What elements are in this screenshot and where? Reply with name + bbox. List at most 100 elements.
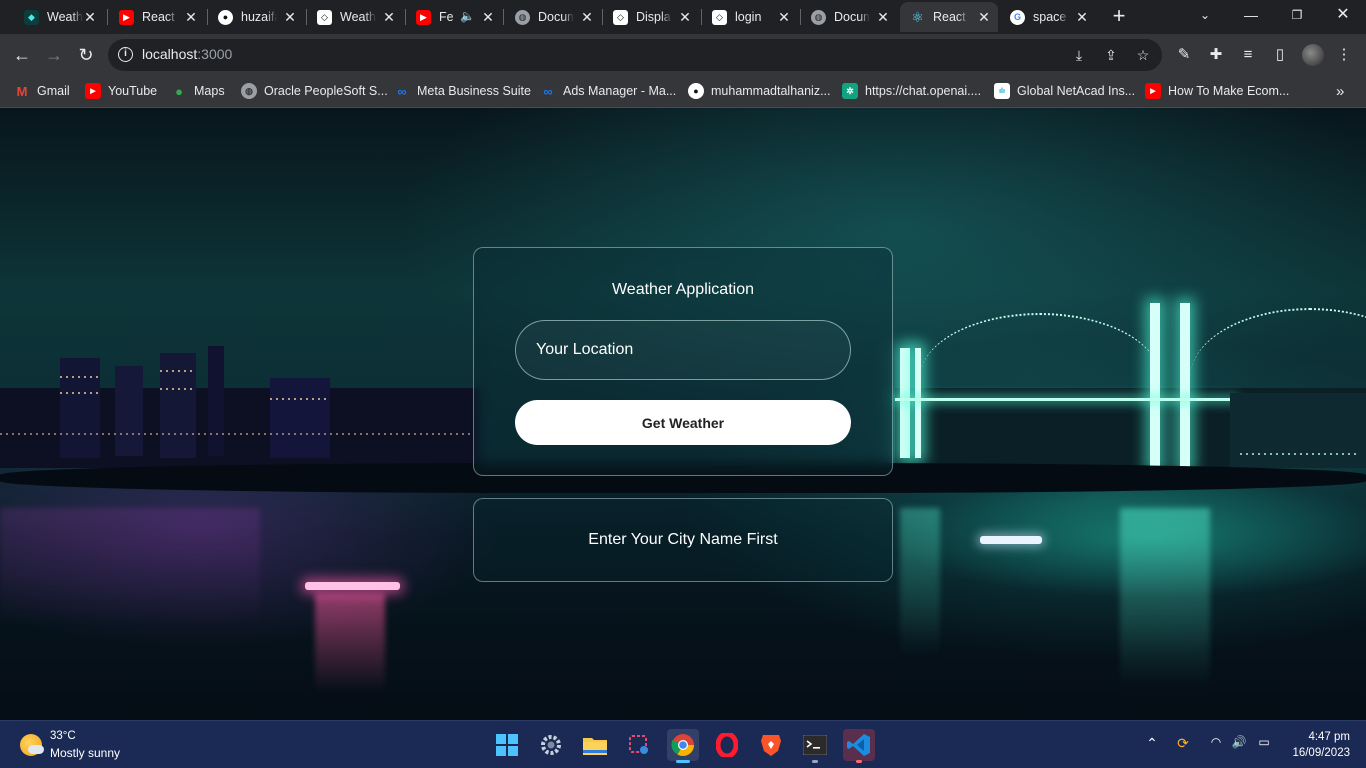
address-bar[interactable]: i localhost:3000 ⤓ ⇪ ☆ xyxy=(108,39,1162,71)
tab-label: Weath xyxy=(340,10,376,24)
extensions-puzzle-icon[interactable]: ✚ xyxy=(1206,45,1226,65)
bookmark-gmail[interactable]: M Gmail xyxy=(14,83,70,99)
github-icon: ● xyxy=(688,83,704,99)
show-hidden-icons-chevron-icon[interactable]: ⌃ xyxy=(1142,735,1162,752)
bookmark-oracle[interactable]: ◍ Oracle PeopleSoft S... xyxy=(241,83,388,99)
gmail-icon: M xyxy=(16,83,28,99)
snipping-tool-icon[interactable] xyxy=(623,729,655,761)
tab-react-youtube[interactable]: ▶ React ✕ xyxy=(109,2,205,32)
media-control-icon[interactable]: ≡ xyxy=(1238,45,1258,65)
weather-app-icon: ◆ xyxy=(24,9,39,25)
chrome-icon[interactable] xyxy=(667,729,699,761)
windows-taskbar: 33°C Mostly sunny ⌃ ⟳ ◠ 🔊 ▭ 4:47 pm 16/0… xyxy=(0,720,1366,768)
bookmark-ads-manager[interactable]: ∞ Ads Manager - Ma... xyxy=(540,83,676,99)
tab-weather-codepen[interactable]: ◇ Weath ✕ xyxy=(307,2,403,32)
close-icon[interactable]: ✕ xyxy=(976,9,992,25)
bookmark-github[interactable]: ● muhammadtalhaniz... xyxy=(688,83,831,99)
close-window-button[interactable]: ✕ xyxy=(1320,0,1366,32)
weather-search-card: Weather Application Get Weather xyxy=(473,247,893,476)
tab-label: React xyxy=(933,10,966,24)
battery-icon[interactable]: ▭ xyxy=(1254,735,1274,749)
side-panel-icon[interactable]: ▯ xyxy=(1270,45,1290,65)
install-app-icon[interactable]: ⤓ xyxy=(1070,46,1088,64)
bookmark-youtube[interactable]: ▶ YouTube xyxy=(85,83,157,99)
tab-github[interactable]: ● huzaifa ✕ xyxy=(208,2,304,32)
close-icon[interactable]: ✕ xyxy=(381,9,397,25)
close-icon[interactable]: ✕ xyxy=(677,9,693,25)
update-sync-icon[interactable]: ⟳ xyxy=(1173,735,1193,752)
kebab-menu-icon[interactable]: ⋮ xyxy=(1334,45,1354,65)
result-message: Enter Your City Name First xyxy=(588,531,778,548)
codepen-icon: ◇ xyxy=(317,9,332,25)
close-icon[interactable]: ✕ xyxy=(82,9,98,25)
tab-label: Docum xyxy=(834,10,870,24)
tab-login[interactable]: ◇ login ✕ xyxy=(702,2,798,32)
file-explorer-icon[interactable] xyxy=(579,729,611,761)
youtube-icon: ▶ xyxy=(119,9,134,25)
tab-label: space xyxy=(1033,10,1067,24)
wifi-icon[interactable]: ◠ xyxy=(1206,735,1226,749)
minimize-button[interactable]: — xyxy=(1228,0,1274,32)
tab-youtube-audio[interactable]: ▶ Fe 🔈 ✕ xyxy=(406,2,502,32)
back-button[interactable]: ← xyxy=(10,43,34,67)
settings-icon[interactable] xyxy=(535,729,567,761)
terminal-icon[interactable] xyxy=(799,729,831,761)
tab-display[interactable]: ◇ Displa ✕ xyxy=(603,2,699,32)
brave-icon[interactable] xyxy=(755,729,787,761)
maps-icon: ● xyxy=(175,83,183,99)
pen-extension-icon[interactable]: ✎ xyxy=(1174,45,1194,65)
location-input[interactable] xyxy=(515,320,851,380)
bookmark-maps[interactable]: ● Maps xyxy=(171,83,225,99)
youtube-icon: ▶ xyxy=(85,83,101,99)
windows-start-icon[interactable] xyxy=(491,729,523,761)
meta-icon: ∞ xyxy=(397,83,407,99)
close-icon[interactable]: ✕ xyxy=(579,9,595,25)
more-bookmarks-icon[interactable]: » xyxy=(1336,83,1344,100)
weather-result-card: Enter Your City Name First xyxy=(473,498,893,582)
bookmark-chatgpt[interactable]: ✲ https://chat.openai.... xyxy=(842,83,981,99)
openai-icon: ✲ xyxy=(842,83,858,99)
bookmark-star-icon[interactable]: ☆ xyxy=(1134,46,1152,64)
close-icon[interactable]: ✕ xyxy=(480,9,496,25)
tab-react-active[interactable]: ⚛ React ✕ xyxy=(900,2,998,32)
clock-date: 16/09/2023 xyxy=(1292,747,1350,759)
close-icon[interactable]: ✕ xyxy=(282,9,298,25)
profile-avatar[interactable] xyxy=(1302,44,1324,66)
share-icon[interactable]: ⇪ xyxy=(1102,46,1120,64)
globe-icon: ◍ xyxy=(811,9,826,25)
tab-label: Displa xyxy=(636,10,671,24)
volume-icon[interactable]: 🔊 xyxy=(1229,735,1249,749)
site-info-icon[interactable]: i xyxy=(118,47,133,62)
tab-document-1[interactable]: ◍ Docum ✕ xyxy=(505,2,601,32)
close-icon[interactable]: ✕ xyxy=(875,9,891,25)
bookmark-meta-business[interactable]: ∞ Meta Business Suite xyxy=(394,83,531,99)
vscode-icon[interactable] xyxy=(843,729,875,761)
codepen-icon: ◇ xyxy=(613,9,628,25)
system-clock[interactable]: 4:47 pm 16/09/2023 xyxy=(1292,729,1350,761)
globe-icon: ◍ xyxy=(241,83,257,99)
forward-button[interactable]: → xyxy=(42,43,66,67)
cloud-icon xyxy=(28,745,44,754)
tab-weather[interactable]: ◆ Weath ✕ xyxy=(14,2,104,32)
codepen-icon: ◇ xyxy=(712,9,727,25)
opera-icon[interactable] xyxy=(711,729,743,761)
restore-button[interactable]: ❐ xyxy=(1274,0,1320,32)
speaker-icon[interactable]: 🔈 xyxy=(460,9,475,23)
close-icon[interactable]: ✕ xyxy=(1074,9,1090,25)
close-icon[interactable]: ✕ xyxy=(776,9,792,25)
bookmark-netacad[interactable]: ılı Global NetAcad Ins... xyxy=(994,83,1135,99)
youtube-icon: ▶ xyxy=(1145,83,1161,99)
close-icon[interactable]: ✕ xyxy=(183,9,199,25)
globe-icon: ◍ xyxy=(515,9,530,25)
tab-google-space[interactable]: G space ✕ xyxy=(1000,2,1096,32)
url-text: localhost:3000 xyxy=(142,46,233,62)
get-weather-button[interactable]: Get Weather xyxy=(515,400,851,445)
tab-label: Weath xyxy=(47,10,83,24)
tab-document-2[interactable]: ◍ Docum ✕ xyxy=(801,2,897,32)
new-tab-button[interactable]: + xyxy=(1108,5,1130,27)
reload-button[interactable]: ↻ xyxy=(74,43,98,67)
weather-app-page: Weather Application Get Weather Enter Yo… xyxy=(0,108,1366,720)
bookmark-ecommerce[interactable]: ▶ How To Make Ecom... xyxy=(1145,83,1289,99)
tab-search-chevron-icon[interactable]: ⌄ xyxy=(1182,0,1228,32)
tab-label: huzaifa xyxy=(241,10,277,24)
